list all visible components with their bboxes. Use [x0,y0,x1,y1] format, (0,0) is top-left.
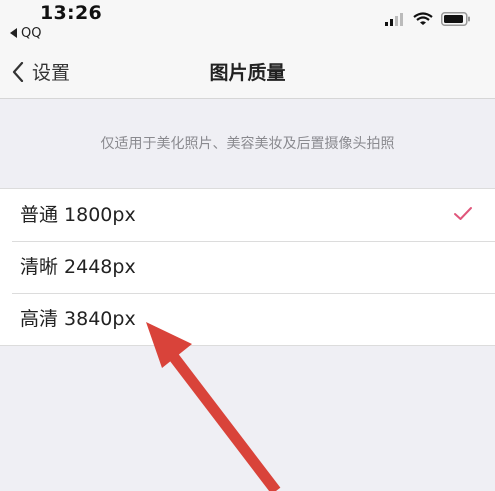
option-normal[interactable]: 普通 1800px [0,189,495,241]
back-triangle-icon [10,28,17,38]
wifi-icon [413,12,433,25]
checkmark-icon [454,207,472,220]
back-app-label: QQ [21,26,42,41]
option-label: 普通 1800px [20,204,136,226]
battery-icon [441,12,470,26]
screen: 13:26 QQ 设置 图片质量 仅适用于美化照片、美容美妆及后置摄像头拍照 普… [0,0,495,491]
quality-options-list: 普通 1800px 清晰 2448px 高清 3840px [0,188,495,346]
option-label: 高清 3840px [20,308,136,330]
option-clear[interactable]: 清晰 2448px [0,241,495,293]
back-to-app-link[interactable]: QQ [10,26,41,41]
page-title: 图片质量 [209,62,286,84]
top-bar: 13:26 QQ 设置 图片质量 [0,0,495,99]
option-hd[interactable]: 高清 3840px [0,293,495,345]
option-label: 清晰 2448px [20,256,136,278]
status-time: 13:26 [40,2,102,24]
status-icons [385,10,471,28]
signal-icon [385,13,403,26]
hint-text: 仅适用于美化照片、美容美妆及后置摄像头拍照 [100,136,395,152]
